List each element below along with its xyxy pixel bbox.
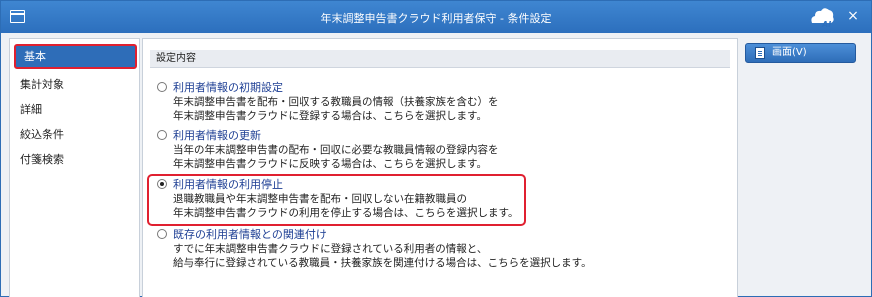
sidebar-item-label: 集計対象 xyxy=(20,78,64,91)
window-title: 年末調整申告書クラウド利用者保守 - 条件設定 xyxy=(320,12,552,25)
description-line: 給与奉行に登録されている教職員・扶養家族を関連付ける場合は、こちらを選択します。 xyxy=(173,257,592,269)
selected-option-highlight xyxy=(147,174,526,226)
description-line: すでに年末調整申告書クラウドに登録されている利用者の情報と、 xyxy=(173,243,488,255)
section-header: 設定内容 xyxy=(150,50,730,68)
sidebar-item-details[interactable]: 詳細 xyxy=(10,97,139,122)
settings-panel: 設定内容 利用者情報の初期設定 年末調整申告書を配布・回収する教職員の情報（扶養… xyxy=(142,38,738,297)
option-label[interactable]: 利用者情報の更新 xyxy=(173,127,261,143)
sidebar-item-aggregation-target[interactable]: 集計対象 xyxy=(10,72,139,97)
description-line: 年末調整申告書を配布・回収する教職員の情報（扶養家族を含む）を xyxy=(173,96,499,108)
option-link-existing: 既存の利用者情報との関連付け すでに年末調整申告書クラウドに登録されている利用者… xyxy=(157,226,592,270)
description-line: 年末調整申告書クラウドに登録する場合は、こちらを選択します。 xyxy=(173,110,487,122)
conditions-window: 年末調整申告書クラウド利用者保守 - 条件設定 AI × 基本 集計対象 詳細 … xyxy=(0,0,872,297)
option-description: 年末調整申告書を配布・回収する教職員の情報（扶養家族を含む）を 年末調整申告書ク… xyxy=(157,95,499,123)
option-description: すでに年末調整申告書クラウドに登録されている利用者の情報と、 給与奉行に登録され… xyxy=(157,242,592,270)
sidebar-item-label: 絞込条件 xyxy=(20,128,64,141)
description-line: 当年の年末調整申告書の配布・回収に必要な教職員情報の登録内容を xyxy=(173,144,499,156)
close-button[interactable]: × xyxy=(846,8,860,24)
screen-button-label: 画面(V) xyxy=(772,47,807,58)
radio-update[interactable] xyxy=(157,130,167,140)
option-update: 利用者情報の更新 当年の年末調整申告書の配布・回収に必要な教職員情報の登録内容を… xyxy=(157,127,499,171)
radio-initial-setup[interactable] xyxy=(157,82,167,92)
ai-cloud-logo-icon: AI xyxy=(811,8,834,29)
option-initial-setup: 利用者情報の初期設定 年末調整申告書を配布・回収する教職員の情報（扶養家族を含む… xyxy=(157,79,499,123)
close-icon: × xyxy=(847,8,859,24)
logo-text: AI xyxy=(821,20,831,29)
document-icon xyxy=(755,47,765,59)
sidebar-item-filter-conditions[interactable]: 絞込条件 xyxy=(10,122,139,147)
option-label[interactable]: 既存の利用者情報との関連付け xyxy=(173,226,327,242)
sidebar-item-sticky-note-search[interactable]: 付箋検索 xyxy=(10,147,139,172)
screen-button[interactable]: 画面(V) xyxy=(745,43,856,63)
sidebar-item-basic[interactable]: 基本 xyxy=(14,44,137,69)
description-line: 年末調整申告書クラウドに反映する場合は、こちらを選択します。 xyxy=(173,158,487,170)
option-label[interactable]: 利用者情報の初期設定 xyxy=(173,79,283,95)
sidebar-item-label: 付箋検索 xyxy=(20,153,64,166)
sidebar: 基本 集計対象 詳細 絞込条件 付箋検索 xyxy=(9,38,140,297)
sidebar-item-label: 詳細 xyxy=(20,103,42,116)
option-description: 当年の年末調整申告書の配布・回収に必要な教職員情報の登録内容を 年末調整申告書ク… xyxy=(157,143,499,171)
radio-link-existing[interactable] xyxy=(157,229,167,239)
sidebar-item-label: 基本 xyxy=(24,50,46,63)
title-bar: 年末調整申告書クラウド利用者保守 - 条件設定 AI × xyxy=(1,1,871,33)
